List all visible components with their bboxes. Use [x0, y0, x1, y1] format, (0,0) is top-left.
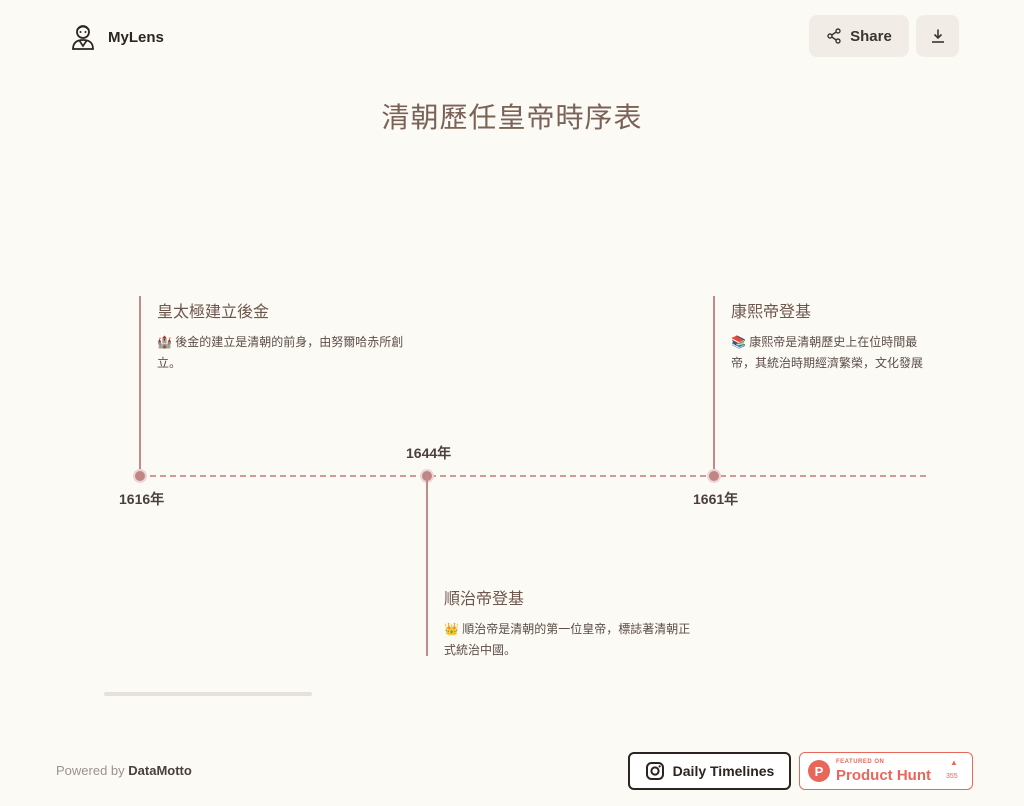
event-1-year: 1616年	[119, 491, 165, 507]
books-icon: 📚	[731, 335, 746, 349]
event-1-desc-text: 後金的建立是清朝的前身，由努爾哈赤所創立。	[157, 335, 404, 370]
event-3-year: 1661年	[693, 491, 739, 507]
event-2-stem	[426, 476, 428, 656]
event-3-desc-text-1: 康熙帝是清朝歷史上在位時間最	[749, 335, 918, 349]
event-2-title: 順治帝登基	[444, 591, 525, 608]
event-3-card[interactable]: 康熙帝登基 📚 康熙帝是清朝歷史上在位時間最 帝，其統治時期經濟繁榮，文化發展	[731, 298, 926, 374]
event-3-stem	[713, 296, 715, 476]
castle-icon: 🏰	[157, 335, 172, 349]
event-2-desc-text: 順治帝是清朝的第一位皇帝，標誌著清朝正式統治中國。	[444, 622, 691, 657]
daily-timelines-button[interactable]: Daily Timelines	[628, 752, 791, 790]
event-3-marker[interactable]	[707, 469, 721, 483]
powered-by[interactable]: Powered by DataMotto	[56, 763, 192, 778]
event-3-description-line-1: 📚 康熙帝是清朝歷史上在位時間最	[731, 332, 926, 353]
event-1-marker[interactable]	[133, 469, 147, 483]
ph-featured-text: FEATURED ON	[836, 759, 885, 765]
timeline-axis	[140, 475, 926, 477]
product-hunt-badge[interactable]: P FEATURED ON Product Hunt ▲ 355	[799, 752, 973, 790]
powered-prefix: Powered by	[56, 763, 125, 778]
ph-name: Product Hunt	[836, 767, 931, 784]
event-3-title: 康熙帝登基	[731, 304, 812, 321]
horizontal-scrollbar[interactable]	[104, 692, 312, 696]
datamotto-link[interactable]: DataMotto	[128, 763, 192, 778]
event-2-card[interactable]: 順治帝登基 👑 順治帝是清朝的第一位皇帝，標誌著清朝正式統治中國。	[444, 585, 696, 661]
ph-upvote-count: 355	[946, 773, 958, 780]
event-1-stem	[139, 296, 141, 476]
upvote-arrow-icon: ▲	[950, 758, 958, 767]
event-1-card[interactable]: 皇太極建立後金 🏰 後金的建立是清朝的前身，由努爾哈赤所創立。	[157, 298, 412, 374]
timeline: 1616年 皇太極建立後金 🏰 後金的建立是清朝的前身，由努爾哈赤所創立。 16…	[0, 0, 1024, 720]
crown-icon: 👑	[444, 622, 459, 636]
daily-timelines-label: Daily Timelines	[672, 763, 775, 779]
instagram-icon	[645, 762, 664, 780]
event-1-title: 皇太極建立後金	[157, 304, 270, 321]
event-2-year: 1644年	[406, 445, 452, 461]
event-1-description: 🏰 後金的建立是清朝的前身，由努爾哈赤所創立。	[157, 332, 412, 374]
product-hunt-icon: P	[808, 760, 830, 782]
event-3-description-line-2: 帝，其統治時期經濟繁榮，文化發展	[731, 356, 924, 370]
event-2-description: 👑 順治帝是清朝的第一位皇帝，標誌著清朝正式統治中國。	[444, 619, 696, 661]
